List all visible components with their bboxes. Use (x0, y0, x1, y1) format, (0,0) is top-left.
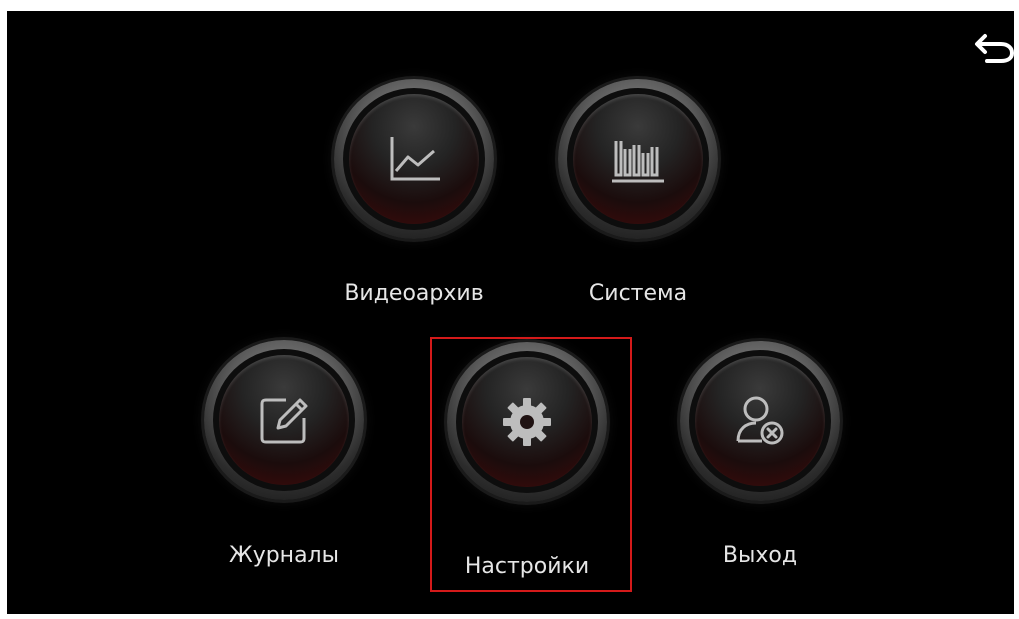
menu-item-settings[interactable]: Настройки (422, 342, 632, 602)
bar-chart-icon (612, 141, 664, 183)
system-label: Система (588, 281, 688, 306)
settings-label: Настройки (464, 554, 590, 579)
back-button[interactable] (973, 28, 1014, 68)
video-archive-button[interactable] (334, 79, 494, 239)
exit-label: Выход (722, 543, 798, 568)
user-logout-icon (736, 396, 784, 445)
back-arrow-icon (975, 34, 1014, 63)
exit-button[interactable] (680, 341, 840, 501)
menu-item-video-archive[interactable]: Видеоархив (309, 79, 519, 339)
menu-item-logs[interactable]: Журналы (179, 340, 389, 600)
edit-icon (260, 398, 308, 444)
system-button[interactable] (558, 79, 718, 239)
logs-label: Журналы (229, 543, 339, 568)
line-chart-icon (390, 137, 440, 181)
gear-icon (503, 398, 551, 446)
logs-button[interactable] (204, 340, 364, 500)
settings-button[interactable] (447, 342, 607, 502)
menu-item-exit[interactable]: Выход (655, 341, 865, 601)
main-screen: Видеоархив Система Журналы Настройки Вых… (7, 11, 1014, 614)
video-archive-label: Видеоархив (344, 281, 484, 306)
menu-item-system[interactable]: Система (533, 79, 743, 339)
